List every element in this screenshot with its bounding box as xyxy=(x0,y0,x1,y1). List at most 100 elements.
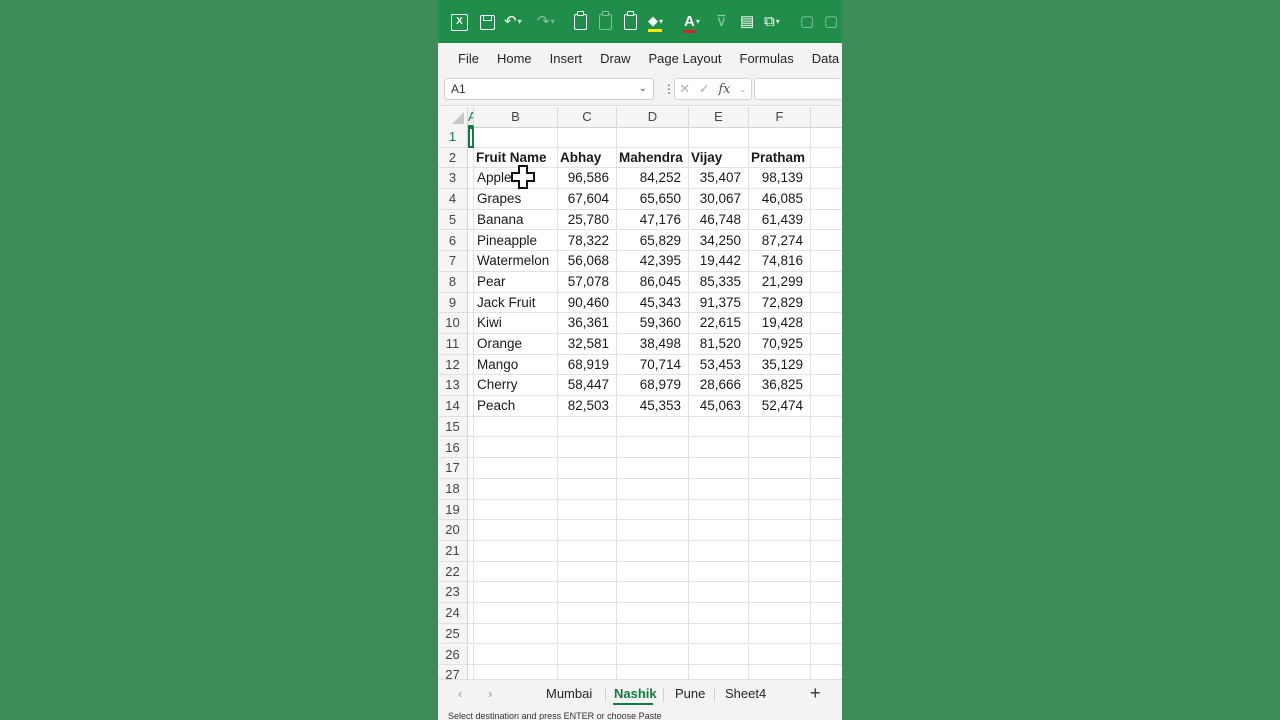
cell[interactable] xyxy=(811,313,842,334)
row-header[interactable]: 19 xyxy=(438,499,468,521)
cell[interactable] xyxy=(558,665,617,679)
cell[interactable] xyxy=(617,582,689,604)
cell[interactable]: 45,353 xyxy=(617,396,689,417)
column-header-f[interactable]: F xyxy=(749,107,811,127)
cell[interactable] xyxy=(811,375,842,397)
fill-color-icon[interactable]: ◆ ▾ xyxy=(648,7,663,35)
row-header[interactable]: 24 xyxy=(438,603,468,624)
column-header-e[interactable]: E xyxy=(689,107,749,127)
add-sheet-button[interactable]: + xyxy=(810,683,821,704)
sheet-tab-pune[interactable]: Pune xyxy=(675,686,705,701)
cell[interactable] xyxy=(474,127,558,148)
cell[interactable] xyxy=(749,561,811,583)
cell[interactable]: 47,176 xyxy=(617,209,689,231)
row-header[interactable]: 16 xyxy=(438,437,468,459)
redo-icon[interactable]: ↷ ▾ xyxy=(537,7,555,35)
cell[interactable] xyxy=(617,499,689,521)
row-header[interactable]: 15 xyxy=(438,416,468,438)
cell[interactable] xyxy=(558,644,617,666)
row-header[interactable]: 20 xyxy=(438,520,468,541)
cell[interactable] xyxy=(558,458,617,479)
cell[interactable] xyxy=(474,603,558,624)
cell[interactable] xyxy=(474,665,558,679)
cell[interactable] xyxy=(558,478,617,500)
cell[interactable] xyxy=(811,665,842,679)
sheet-right-icon[interactable]: ▢ xyxy=(824,7,838,35)
cell[interactable] xyxy=(749,665,811,679)
font-color-icon[interactable]: A ▾ xyxy=(683,7,700,35)
row-header[interactable]: 23 xyxy=(438,582,468,604)
cell[interactable] xyxy=(474,499,558,521)
cell[interactable]: Orange xyxy=(474,334,558,355)
cell[interactable]: 42,395 xyxy=(617,251,689,272)
cell[interactable]: 91,375 xyxy=(689,292,749,314)
cell[interactable]: 65,829 xyxy=(617,230,689,252)
cell[interactable]: 72,829 xyxy=(749,292,811,314)
cell[interactable] xyxy=(749,520,811,541)
cell[interactable]: 57,078 xyxy=(558,271,617,293)
cell[interactable] xyxy=(558,541,617,562)
copy-format-icon[interactable] xyxy=(599,8,612,36)
save-icon[interactable] xyxy=(480,8,495,36)
cell[interactable] xyxy=(689,478,749,500)
cell[interactable] xyxy=(811,438,842,459)
cancel-icon[interactable]: ✕ xyxy=(679,81,690,97)
cell[interactable]: Mango xyxy=(474,354,558,376)
row-header[interactable]: 11 xyxy=(438,334,468,355)
cell[interactable]: 68,979 xyxy=(617,375,689,397)
cell[interactable]: Pratham xyxy=(749,147,811,169)
cell[interactable]: 38,498 xyxy=(617,334,689,355)
cell[interactable]: 70,925 xyxy=(749,334,811,355)
sheet-tab-mumbai[interactable]: Mumbai xyxy=(546,686,592,701)
cell[interactable] xyxy=(811,272,842,293)
cell[interactable] xyxy=(558,561,617,583)
cell[interactable] xyxy=(558,416,617,438)
cell[interactable] xyxy=(558,499,617,521)
paste-formula-icon[interactable] xyxy=(624,8,637,36)
cell[interactable]: 82,503 xyxy=(558,396,617,417)
cell[interactable] xyxy=(558,603,617,624)
cell[interactable]: 22,615 xyxy=(689,313,749,334)
cell[interactable]: 78,322 xyxy=(558,230,617,252)
cell[interactable]: 68,919 xyxy=(558,354,617,376)
cell[interactable]: 30,067 xyxy=(689,189,749,210)
cell[interactable]: 90,460 xyxy=(558,292,617,314)
cell[interactable] xyxy=(749,437,811,459)
cell[interactable] xyxy=(617,644,689,666)
cell[interactable]: Pear xyxy=(474,271,558,293)
cell[interactable]: 74,816 xyxy=(749,251,811,272)
cell[interactable] xyxy=(617,561,689,583)
row-header[interactable]: 9 xyxy=(438,292,468,314)
tab-draw[interactable]: Draw xyxy=(600,51,630,66)
cell[interactable]: 46,085 xyxy=(749,189,811,210)
cell[interactable] xyxy=(811,458,842,479)
chevron-down-icon[interactable]: ⌄ xyxy=(639,79,647,99)
column-header-g[interactable] xyxy=(811,107,842,127)
cell[interactable] xyxy=(749,603,811,624)
cell[interactable] xyxy=(811,189,842,210)
cell[interactable] xyxy=(617,541,689,562)
cell[interactable]: Grapes xyxy=(474,189,558,210)
cell[interactable]: 65,650 xyxy=(617,189,689,210)
cell[interactable] xyxy=(689,416,749,438)
cell[interactable] xyxy=(617,623,689,645)
cell[interactable] xyxy=(617,416,689,438)
cell[interactable] xyxy=(474,437,558,459)
cell[interactable] xyxy=(749,541,811,562)
cell[interactable] xyxy=(474,623,558,645)
cell[interactable]: 34,250 xyxy=(689,230,749,252)
cell[interactable] xyxy=(558,127,617,148)
row-header[interactable]: 21 xyxy=(438,541,468,562)
cell[interactable]: 53,453 xyxy=(689,354,749,376)
cell[interactable]: 35,407 xyxy=(689,168,749,190)
cell[interactable]: 32,581 xyxy=(558,334,617,355)
paste-values-icon[interactable] xyxy=(574,8,587,36)
cell[interactable]: 85,335 xyxy=(689,271,749,293)
undo-icon[interactable]: ↶ ▾ xyxy=(504,7,522,35)
cell[interactable] xyxy=(749,644,811,666)
cell[interactable] xyxy=(474,541,558,562)
cell[interactable] xyxy=(811,582,842,604)
cell[interactable] xyxy=(689,623,749,645)
cell[interactable] xyxy=(749,458,811,479)
column-header-c[interactable]: C xyxy=(558,107,617,127)
